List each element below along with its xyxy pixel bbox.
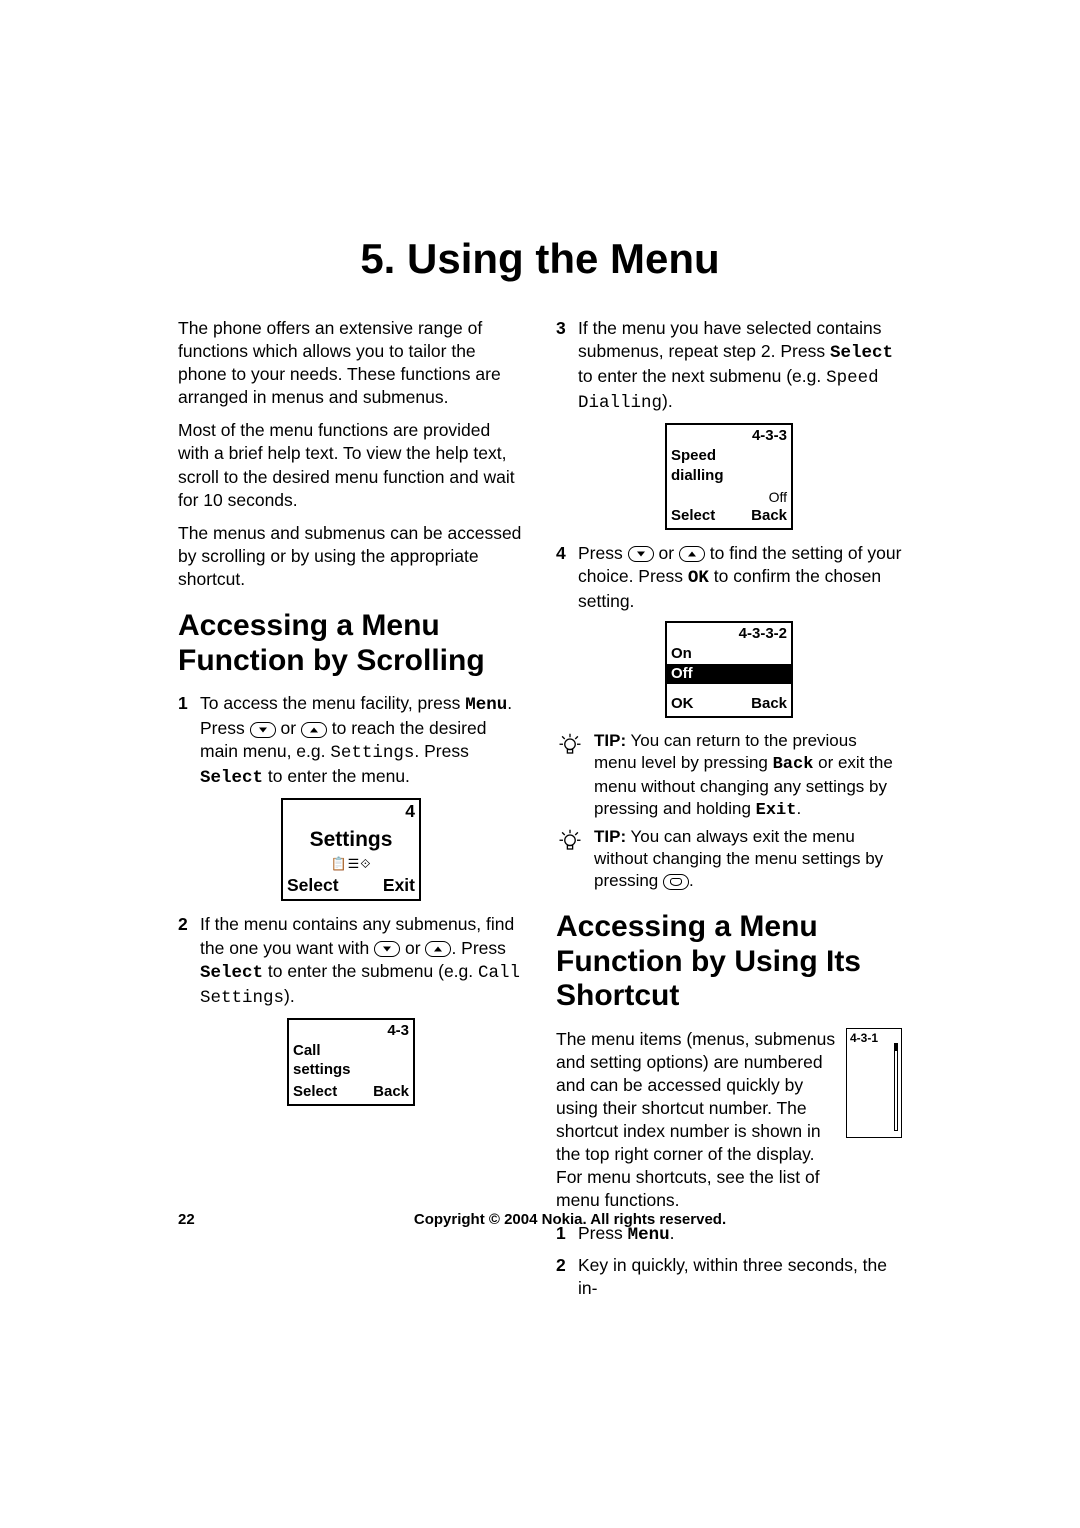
screen-line: dialling: [671, 466, 787, 486]
tip-label: TIP:: [594, 827, 626, 846]
screen-settings: 4 Settings 📋☰⟐ Select Exit: [281, 798, 421, 901]
intro-p2: Most of the menu functions are provided …: [178, 419, 524, 511]
left-column: The phone offers an extensive range of f…: [178, 317, 524, 1306]
shortcut-screen: 4-3-1: [846, 1028, 902, 1138]
screen-title: Settings: [283, 824, 419, 854]
text: Press: [578, 543, 628, 563]
screen-line: Call: [293, 1041, 409, 1061]
softkey-left: Select: [287, 874, 339, 897]
exit-term: Exit: [756, 801, 797, 820]
text: .: [796, 799, 801, 818]
up-key-icon: [301, 722, 327, 738]
option-off-selected: Off: [667, 664, 791, 684]
text: to enter the menu.: [263, 766, 410, 786]
tip-2: TIP: You can always exit the menu withou…: [556, 826, 902, 892]
text: . Press: [414, 741, 468, 761]
text: .: [689, 871, 694, 890]
text: or: [654, 543, 679, 563]
right-column: 3 If the menu you have selected contains…: [556, 317, 902, 1306]
softkey-right: Exit: [383, 874, 415, 897]
step-2: 2 If the menu contains any submenus, fin…: [178, 913, 524, 1009]
step-number: 2: [556, 1254, 578, 1300]
step-4: 4 Press or to find the setting of your c…: [556, 542, 902, 613]
screen-icons: 📋☰⟐: [283, 853, 419, 874]
down-key-icon: [250, 722, 276, 738]
chapter-title: 5. Using the Menu: [178, 235, 902, 283]
screen-term: Settings: [330, 743, 414, 763]
screen-value: Off: [667, 488, 791, 506]
text: to enter the next submenu (e.g.: [578, 366, 826, 386]
intro-p3: The menus and submenus can be accessed b…: [178, 522, 524, 591]
select-term: Select: [200, 963, 263, 983]
select-term: Select: [830, 343, 893, 363]
text: ).: [284, 986, 295, 1006]
text: You can always exit the menu without cha…: [594, 827, 883, 890]
tip-label: TIP:: [594, 731, 626, 750]
shortcut-intro: The menu items (menus, submenus and sett…: [556, 1028, 838, 1213]
text: or: [400, 938, 425, 958]
step-number: 1: [178, 692, 200, 790]
scrollbar-icon: [894, 1043, 898, 1131]
bulb-icon: [556, 730, 586, 822]
screen-line: settings: [293, 1060, 409, 1080]
heading-shortcut: Accessing a Menu Function by Using Its S…: [556, 910, 902, 1014]
screen-index: 4: [405, 800, 415, 823]
text: or: [276, 718, 301, 738]
heading-scrolling: Accessing a Menu Function by Scrolling: [178, 609, 524, 678]
bulb-icon: [556, 826, 586, 892]
select-term: Select: [200, 768, 263, 788]
copyright: Copyright © 2004 Nokia. All rights reser…: [238, 1211, 902, 1228]
back-term: Back: [773, 755, 814, 774]
step-number: 2: [178, 913, 200, 1009]
screen-on-off: 4-3-3-2 On Off OK Back: [665, 621, 793, 717]
intro-p1: The phone offers an extensive range of f…: [178, 317, 524, 409]
softkey-right: Back: [373, 1082, 409, 1102]
softkey-right: Back: [751, 506, 787, 526]
page-footer: 22 Copyright © 2004 Nokia. All rights re…: [178, 1211, 902, 1228]
text: Key in quickly, within three seconds, th…: [578, 1254, 902, 1300]
down-key-icon: [374, 941, 400, 957]
menu-term: Menu: [628, 1225, 670, 1245]
screen-index: 4-3-3-2: [739, 624, 787, 644]
shortcut-step-2: 2 Key in quickly, within three seconds, …: [556, 1254, 902, 1300]
screen-line: Speed: [671, 446, 787, 466]
down-key-icon: [628, 546, 654, 562]
text: To access the menu facility, press: [200, 693, 465, 713]
text: ).: [662, 391, 673, 411]
step-3: 3 If the menu you have selected contains…: [556, 317, 902, 415]
step-1: 1 To access the menu facility, press Men…: [178, 692, 524, 790]
softkey-left: OK: [671, 694, 694, 714]
screen-speed-dialling: 4-3-3 Speed dialling Off Select Back: [665, 423, 793, 530]
softkey-left: Select: [293, 1082, 337, 1102]
menu-term: Menu: [465, 695, 507, 715]
option-on: On: [667, 644, 791, 664]
screen-index: 4-3: [387, 1021, 409, 1041]
softkey-left: Select: [671, 506, 715, 526]
step-number: 3: [556, 317, 578, 415]
screen-index: 4-3-1: [850, 1031, 878, 1045]
end-key-icon: [663, 874, 689, 890]
page-number: 22: [178, 1211, 238, 1228]
text: . Press: [451, 938, 505, 958]
softkey-right: Back: [751, 694, 787, 714]
step-number: 4: [556, 542, 578, 613]
up-key-icon: [679, 546, 705, 562]
up-key-icon: [425, 941, 451, 957]
screen-call-settings: 4-3 Call settings Select Back: [287, 1018, 415, 1106]
ok-term: OK: [688, 568, 709, 588]
tip-1: TIP: You can return to the previous menu…: [556, 730, 902, 822]
screen-index: 4-3-3: [752, 426, 787, 446]
text: to enter the submenu (e.g.: [263, 961, 478, 981]
